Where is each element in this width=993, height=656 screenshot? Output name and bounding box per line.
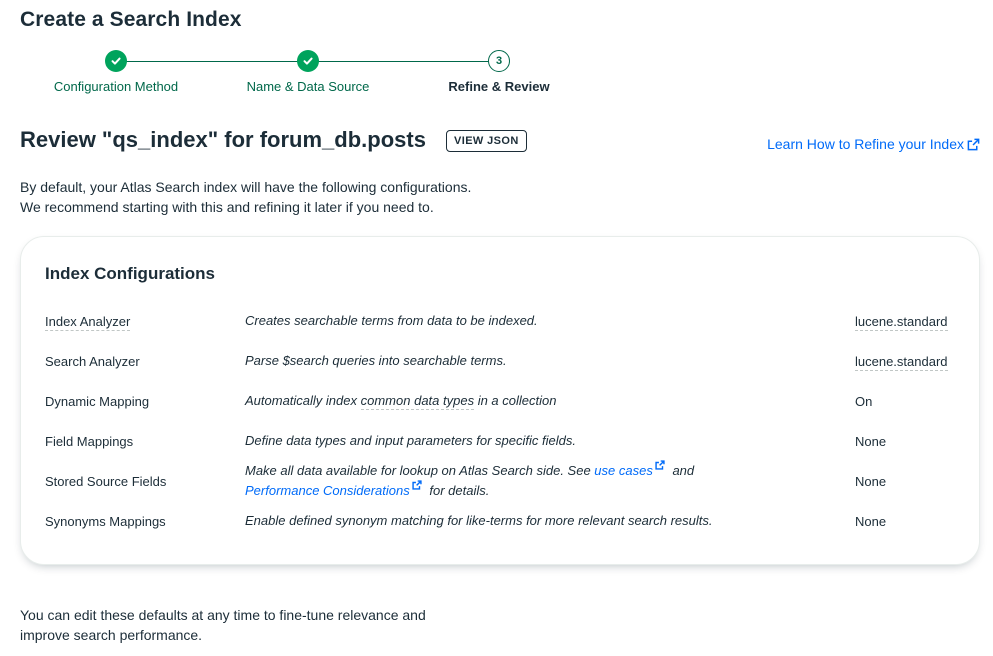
- step-label: Configuration Method: [53, 79, 179, 94]
- external-link-icon: [967, 138, 980, 150]
- external-link-icon: [655, 460, 665, 470]
- footer-line: You can edit these defaults at any time …: [20, 607, 426, 623]
- use-cases-link[interactable]: use cases: [594, 460, 665, 478]
- step-label: Name & Data Source: [246, 79, 370, 94]
- config-row-index-analyzer: Index Analyzer Creates searchable terms …: [45, 311, 957, 331]
- config-row-field-mappings: Field Mappings Define data types and inp…: [45, 431, 957, 451]
- common-data-types-term[interactable]: common data types: [360, 393, 475, 410]
- config-description: Automatically index common data types in…: [245, 391, 556, 411]
- intro-line: We recommend starting with this and refi…: [20, 199, 434, 215]
- config-value[interactable]: lucene.standard: [855, 314, 948, 331]
- check-icon: [105, 50, 127, 72]
- description-text: in a collection: [474, 393, 557, 408]
- intro-text: By default, your Atlas Search index will…: [20, 177, 471, 217]
- card-title: Index Configurations: [45, 264, 215, 283]
- description-text: for details.: [425, 483, 490, 498]
- view-json-button[interactable]: VIEW JSON: [446, 130, 527, 152]
- performance-considerations-link[interactable]: Performance Considerations: [245, 480, 422, 498]
- check-icon: [297, 50, 319, 72]
- config-value[interactable]: lucene.standard: [855, 354, 948, 371]
- config-row-stored-source: Stored Source Fields Make all data avail…: [45, 460, 957, 511]
- step-number: 3: [488, 50, 510, 72]
- footer-line: improve search performance.: [20, 627, 203, 643]
- step-refine-review: 3 Refine & Review: [419, 50, 579, 94]
- use-cases-link-label: use cases: [594, 463, 653, 478]
- index-configurations-card: Index Configurations Index Analyzer Crea…: [20, 236, 980, 565]
- config-name: Stored Source Fields: [45, 474, 167, 489]
- config-description: Parse $search queries into searchable te…: [245, 353, 507, 368]
- intro-line: By default, your Atlas Search index will…: [20, 179, 472, 195]
- wizard-stepper: Configuration Method Name & Data Source …: [0, 50, 600, 100]
- step-configuration-method[interactable]: Configuration Method: [36, 50, 196, 94]
- learn-refine-link[interactable]: Learn How to Refine your Index: [767, 136, 980, 152]
- config-description: Enable defined synonym matching for like…: [245, 513, 713, 528]
- config-value: None: [855, 514, 887, 529]
- config-name[interactable]: Index Analyzer: [45, 314, 131, 331]
- page-title: Create a Search Index: [20, 8, 242, 31]
- config-name: Search Analyzer: [45, 354, 140, 369]
- external-link-icon: [412, 480, 422, 490]
- config-value: None: [855, 474, 887, 489]
- description-text: Make all data available for lookup on At…: [245, 463, 595, 478]
- config-description: Creates searchable terms from data to be…: [245, 313, 538, 328]
- config-name: Synonyms Mappings: [45, 514, 166, 529]
- config-row-search-analyzer: Search Analyzer Parse $search queries in…: [45, 351, 957, 371]
- step-name-data-source[interactable]: Name & Data Source: [228, 50, 388, 94]
- config-row-synonyms-mappings: Synonyms Mappings Enable defined synonym…: [45, 511, 957, 531]
- config-row-dynamic-mapping: Dynamic Mapping Automatically index comm…: [45, 391, 957, 411]
- config-name: Field Mappings: [45, 434, 134, 449]
- review-heading: Review "qs_index" for forum_db.posts: [20, 127, 426, 152]
- learn-refine-link-label: Learn How to Refine your Index: [767, 136, 964, 152]
- footer-text: You can edit these defaults at any time …: [20, 605, 480, 645]
- performance-link-label: Performance Considerations: [245, 483, 410, 498]
- config-value: On: [855, 394, 873, 409]
- config-name: Dynamic Mapping: [45, 394, 150, 409]
- description-text: and: [668, 463, 695, 478]
- config-description: Define data types and input parameters f…: [245, 433, 576, 448]
- step-label: Refine & Review: [448, 79, 550, 94]
- config-value: None: [855, 434, 887, 449]
- description-text: Automatically index: [245, 393, 361, 408]
- config-description: Make all data available for lookup on At…: [245, 460, 695, 501]
